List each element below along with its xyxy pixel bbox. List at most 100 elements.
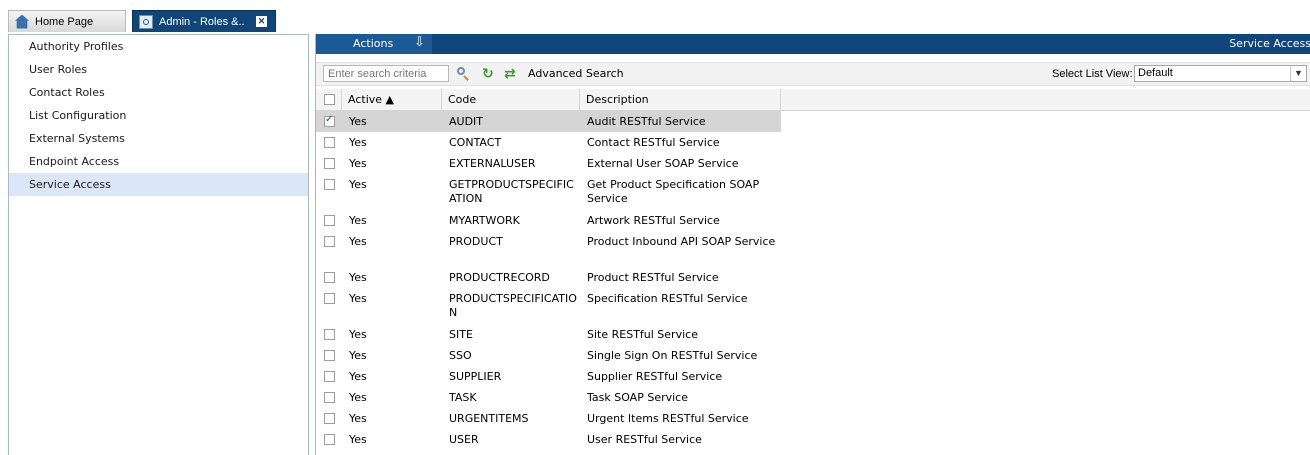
description-cell: Task SOAP Service <box>587 391 688 404</box>
table-row[interactable]: Yes MYARTWORK Artwork RESTful Service <box>316 210 781 231</box>
active-cell: Yes <box>349 328 367 341</box>
code-cell: PRODUCTSPECIFICATION <box>449 292 577 319</box>
row-checkbox[interactable] <box>324 329 335 340</box>
sidebar-item-external-systems[interactable]: External Systems <box>9 127 308 150</box>
description-cell: External User SOAP Service <box>587 157 739 170</box>
list-view-value: Default <box>1138 67 1173 79</box>
main-panel: Actions ⇩ Service Access ↻ ⇄ Advanced Se… <box>315 34 1310 455</box>
download-arrow-icon: ⇩ <box>414 35 425 50</box>
list-view-label: Select List View: <box>1052 68 1133 80</box>
active-cell: Yes <box>349 178 367 191</box>
sidebar-item-user-roles[interactable]: User Roles <box>9 58 308 81</box>
row-checkbox[interactable] <box>324 137 335 148</box>
header-code[interactable]: Code <box>442 89 580 110</box>
description-cell: Product RESTful Service <box>587 271 719 284</box>
row-checkbox[interactable] <box>324 434 335 445</box>
tab-home-page[interactable]: Home Page <box>8 10 126 32</box>
active-cell: Yes <box>349 235 367 248</box>
active-cell: Yes <box>349 157 367 170</box>
row-checkbox[interactable] <box>324 158 335 169</box>
grid-header: Active ▲ Code Description <box>316 89 1310 111</box>
actions-button[interactable]: Actions ⇩ <box>316 34 432 54</box>
table-row[interactable]: Yes USER User RESTful Service <box>316 429 781 450</box>
code-cell: PRODUCTRECORD <box>449 271 550 284</box>
active-cell: Yes <box>349 271 367 284</box>
description-cell: Urgent Items RESTful Service <box>587 412 749 425</box>
description-cell: Artwork RESTful Service <box>587 214 720 227</box>
active-cell: Yes <box>349 214 367 227</box>
row-checkbox[interactable] <box>324 179 335 190</box>
description-cell: Contact RESTful Service <box>587 136 720 149</box>
table-row[interactable]: Yes EXTERNALUSER External User SOAP Servic… <box>316 153 781 174</box>
gear-icon <box>139 14 153 29</box>
header-description[interactable]: Description <box>580 89 781 110</box>
advanced-search-link[interactable]: Advanced Search <box>528 63 624 85</box>
sidebar-item-contact-roles[interactable]: Contact Roles <box>9 81 308 104</box>
search-icon[interactable] <box>456 67 470 81</box>
code-cell: CONTACT <box>449 136 502 149</box>
reset-icon[interactable]: ⇄ <box>504 67 518 81</box>
active-cell: Yes <box>349 136 367 149</box>
table-row[interactable]: Yes PRODUCTSPECIFICATION Specification RES… <box>316 288 781 324</box>
tab-admin-label: Admin - Roles &.. <box>159 15 245 28</box>
sidebar-item-endpoint-access[interactable]: Endpoint Access <box>9 150 308 173</box>
row-checkbox[interactable] <box>324 350 335 361</box>
row-checkbox[interactable] <box>324 392 335 403</box>
search-bar: ↻ ⇄ Advanced Search Select List View: De… <box>316 62 1310 86</box>
table-row[interactable]: Yes URGENTITEMS Urgent Items RESTful Servi… <box>316 408 781 429</box>
refresh-icon[interactable]: ↻ <box>482 67 496 81</box>
search-input[interactable] <box>323 65 449 82</box>
code-cell: GETPRODUCTSPECIFICATION <box>449 178 574 205</box>
table-row[interactable]: Yes SSO Single Sign On RESTful Service <box>316 345 781 366</box>
row-checkbox[interactable] <box>324 293 335 304</box>
active-cell: Yes <box>349 412 367 425</box>
table-row[interactable]: Yes CONTACT Contact RESTful Service <box>316 132 781 153</box>
description-cell: Site RESTful Service <box>587 328 698 341</box>
sidebar-item-service-access[interactable]: Service Access <box>9 173 308 196</box>
code-cell: TASK <box>449 391 477 404</box>
actions-label: Actions <box>353 37 394 50</box>
header-select-cell <box>316 89 342 110</box>
chevron-down-icon: ▼ <box>1290 66 1306 81</box>
select-all-checkbox[interactable] <box>324 94 335 105</box>
code-cell: EXTERNALUSER <box>449 157 536 170</box>
code-cell: SSO <box>449 349 472 362</box>
code-cell: URGENTITEMS <box>449 412 529 425</box>
table-row[interactable]: Yes SUPPLIER Supplier RESTful Service <box>316 366 781 387</box>
active-cell: Yes <box>349 292 367 305</box>
code-cell: USER <box>449 433 479 446</box>
row-checkbox[interactable] <box>324 272 335 283</box>
sidebar-item-list-configuration[interactable]: List Configuration <box>9 104 308 127</box>
row-checkbox[interactable] <box>324 371 335 382</box>
table-row[interactable]: Yes SITE Site RESTful Service <box>316 324 781 345</box>
row-checkbox[interactable] <box>324 215 335 226</box>
table-row[interactable]: Yes PRODUCT Product Inbound API SOAP Servi… <box>316 231 781 267</box>
table-row[interactable]: Yes AUDIT Audit RESTful Service <box>316 111 781 132</box>
tab-home-label: Home Page <box>35 15 94 28</box>
tab-admin-roles[interactable]: Admin - Roles &.. ✕ <box>132 10 276 32</box>
header-active[interactable]: Active ▲ <box>342 89 442 110</box>
sidebar: Authority Profiles User Roles Contact Ro… <box>8 34 309 455</box>
table-row[interactable]: Yes GETPRODUCTSPECIFICATION Get Product Sp… <box>316 174 781 210</box>
description-cell: Single Sign On RESTful Service <box>587 349 758 362</box>
table-row[interactable]: Yes TASK Task SOAP Service <box>316 387 781 408</box>
row-checkbox[interactable] <box>324 114 335 127</box>
close-icon[interactable]: ✕ <box>256 16 267 27</box>
table-row[interactable]: Yes PRODUCTRECORD Product RESTful Service <box>316 267 781 288</box>
code-cell: MYARTWORK <box>449 214 520 227</box>
row-checkbox[interactable] <box>324 236 335 247</box>
description-cell: Product Inbound API SOAP Service <box>587 235 776 248</box>
description-cell: Supplier RESTful Service <box>587 370 723 383</box>
home-icon <box>15 14 29 29</box>
list-view-select[interactable]: Default ▼ <box>1134 65 1307 82</box>
sidebar-item-authority-profiles[interactable]: Authority Profiles <box>9 35 308 58</box>
action-bar: Actions ⇩ Service Access <box>316 34 1310 54</box>
active-cell: Yes <box>349 370 367 383</box>
description-cell: Specification RESTful Service <box>587 292 748 305</box>
row-checkbox[interactable] <box>324 413 335 424</box>
active-cell: Yes <box>349 349 367 362</box>
description-cell: Get Product Specification SOAP Service <box>587 178 760 205</box>
description-cell: Audit RESTful Service <box>587 115 706 128</box>
description-cell: User RESTful Service <box>587 433 702 446</box>
code-cell: AUDIT <box>449 115 484 128</box>
